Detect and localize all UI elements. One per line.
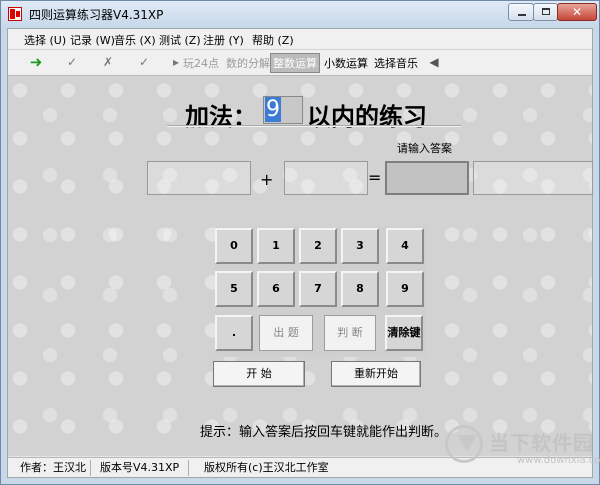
author-label: 作者：王汉北 — [20, 461, 86, 474]
close-icon: ✕ — [571, 5, 583, 19]
result-field — [473, 161, 593, 195]
key-5[interactable]: 5 — [215, 271, 253, 307]
title-bar[interactable]: 四则运算练习器V4.31XP ✕ — [1, 1, 599, 27]
key-9[interactable]: 9 — [386, 271, 424, 307]
check-plus-icon[interactable]: ✓ — [136, 54, 152, 70]
answer-input[interactable] — [385, 161, 469, 195]
cross-icon[interactable]: ✗ — [100, 54, 116, 70]
tip-text: 提示：输入答案后按回车键就能作出判断。 — [200, 425, 448, 440]
app-logo-icon — [8, 7, 22, 21]
operand-a-field — [147, 161, 251, 195]
status-separator — [188, 460, 189, 476]
window-title: 四则运算练习器V4.31XP — [29, 8, 164, 22]
app-window: 四则运算练习器V4.31XP ✕ 选择 (U) 记录 (W) 音乐 (X) 测试… — [0, 0, 600, 485]
music-button[interactable]: 选择音乐 — [374, 55, 418, 71]
play24-button[interactable]: 玩24点 — [183, 55, 219, 71]
copyright-label: 版权所有(c)王汉北工作室 — [204, 461, 329, 474]
key-8[interactable]: 8 — [341, 271, 379, 307]
menu-music[interactable]: 音乐 (X) — [114, 32, 156, 48]
key-7[interactable]: 7 — [299, 271, 337, 307]
menu-select[interactable]: 选择 (U) — [24, 32, 66, 48]
minimize-button[interactable] — [508, 3, 534, 21]
clear-key[interactable]: 清除键 — [385, 315, 423, 351]
speaker-icon[interactable]: ◀ — [426, 54, 442, 70]
status-separator — [90, 460, 91, 476]
key-6[interactable]: 6 — [257, 271, 295, 307]
key-dot[interactable]: . — [215, 315, 253, 351]
answer-hint: 请输入答案 — [397, 142, 452, 155]
factor-button[interactable]: 数的分解 — [226, 55, 270, 71]
watermark-brand: 当下软件园 — [489, 431, 594, 455]
run-arrow-icon[interactable]: ➜ — [28, 54, 44, 70]
key-3[interactable]: 3 — [341, 228, 379, 264]
key-2[interactable]: 2 — [299, 228, 337, 264]
operand-b-field — [284, 161, 368, 195]
play-icon: ▸ — [172, 55, 180, 69]
menu-register[interactable]: 注册 (Y) — [203, 32, 244, 48]
key-0[interactable]: 0 — [215, 228, 253, 264]
toolbar: ➜ ✓ ✗ ✓ ▸ 玩24点 数的分解 整数运算 小数运算 选择音乐 ◀ — [8, 50, 592, 76]
menu-help[interactable]: 帮助 (Z) — [252, 32, 294, 48]
maximize-button[interactable] — [533, 3, 558, 21]
menu-record[interactable]: 记录 (W) — [70, 32, 115, 48]
judge-button[interactable]: 判 断 — [324, 315, 376, 351]
watermark: 当下软件园 www.downxia.com — [445, 423, 600, 475]
range-value: 9 — [265, 97, 281, 122]
close-button[interactable]: ✕ — [557, 3, 597, 21]
minimize-icon — [518, 14, 526, 16]
integer-button[interactable]: 整数运算 — [270, 53, 320, 73]
key-1[interactable]: 1 — [257, 228, 295, 264]
menu-test[interactable]: 测试 (Z) — [159, 32, 201, 48]
menu-bar: 选择 (U) 记录 (W) 音乐 (X) 测试 (Z) 注册 (Y) 帮助 (Z… — [8, 29, 592, 50]
plus-sign: + — [260, 170, 274, 189]
question-button[interactable]: 出 题 — [259, 315, 313, 351]
check-icon[interactable]: ✓ — [64, 54, 80, 70]
range-input[interactable]: 9 — [263, 96, 303, 124]
start-button[interactable]: 开 始 — [213, 361, 305, 387]
title-divider — [167, 125, 461, 127]
key-4[interactable]: 4 — [386, 228, 424, 264]
watermark-url: www.downxia.com — [517, 455, 600, 466]
restart-button[interactable]: 重新开始 — [331, 361, 421, 387]
decimal-button[interactable]: 小数运算 — [324, 55, 368, 71]
maximize-icon — [542, 8, 550, 15]
watermark-logo-icon — [445, 425, 483, 463]
equals-sign: = — [368, 168, 382, 187]
version-label: 版本号V4.31XP — [100, 461, 180, 474]
